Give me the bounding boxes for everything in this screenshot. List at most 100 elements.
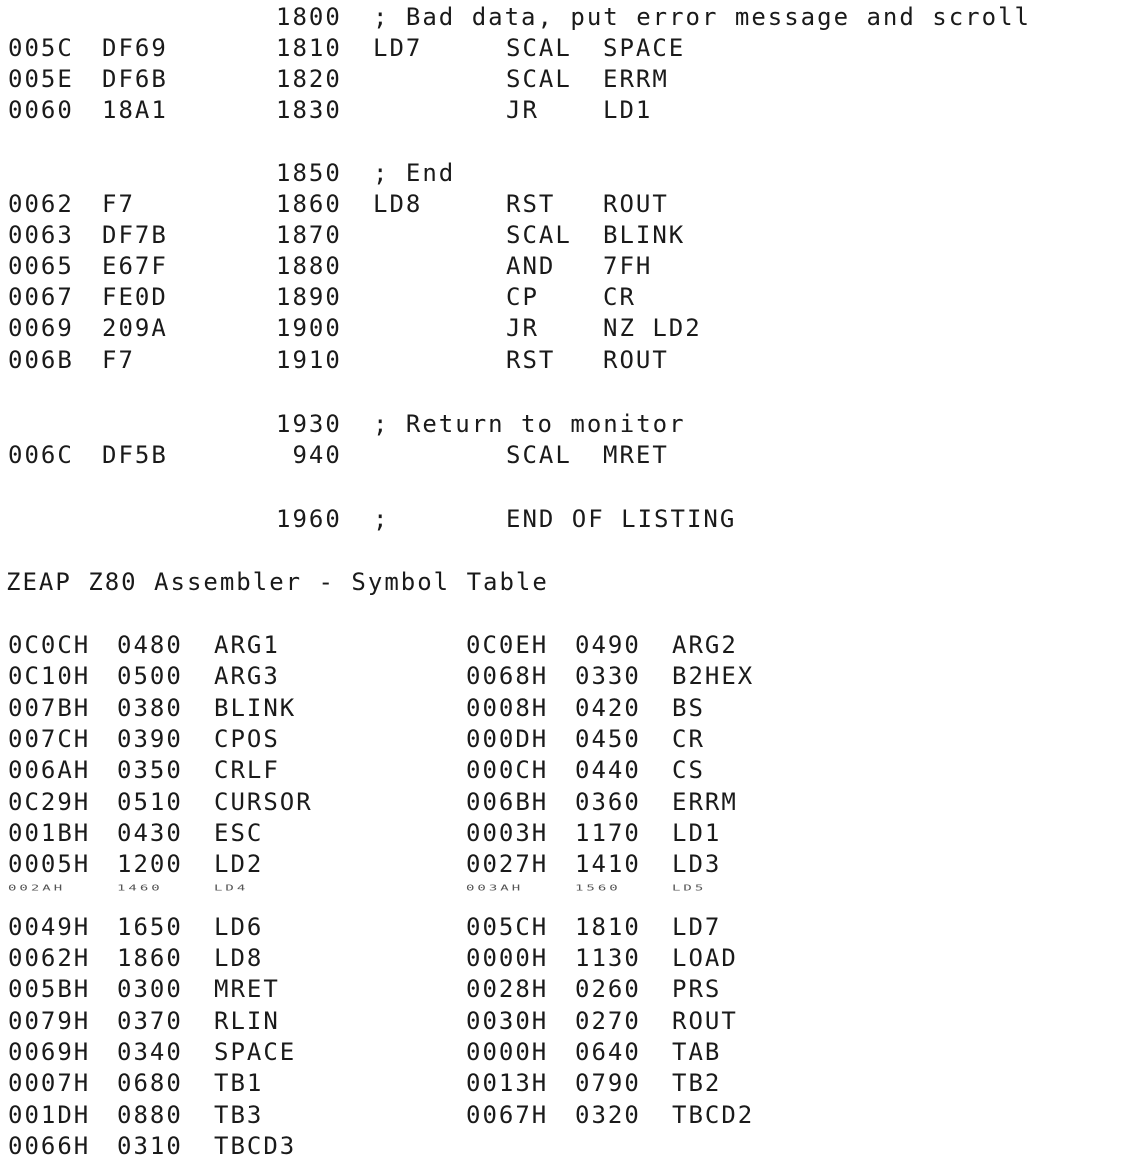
address: 0067 xyxy=(8,283,74,311)
line-number: 1900 xyxy=(276,314,342,342)
listing-line-940: 006C DF5B 940 SCAL MRET xyxy=(0,440,667,471)
symbol-name: TB1 xyxy=(214,1069,264,1097)
symbol-name: LD7 xyxy=(672,913,722,941)
object-code: FE0D xyxy=(102,283,168,311)
comment: ; Return to monitor xyxy=(373,410,686,438)
line-number: 940 xyxy=(276,441,342,469)
line-number: 1910 xyxy=(276,346,342,374)
symbol-name: CPOS xyxy=(214,725,280,753)
line-number: 1800 xyxy=(276,3,342,31)
line-number: 1860 xyxy=(276,190,342,218)
opcode: SCAL xyxy=(506,441,572,469)
symbol-name: LD3 xyxy=(672,850,722,878)
symbol-line-number: 0430 xyxy=(117,819,183,847)
symbol-address: 0049H xyxy=(8,913,91,941)
symbol-line-number: 0510 xyxy=(117,788,183,816)
opcode: JR xyxy=(506,96,539,124)
object-code: DF69 xyxy=(102,34,168,62)
symbol-line-number: 1810 xyxy=(575,913,641,941)
listing-line-1860: 0062 F7 1860 LD8 RST ROUT xyxy=(0,189,667,220)
symbol-name: LD4 xyxy=(214,883,249,893)
symbol-address: 0C29H xyxy=(8,788,91,816)
symbol-line-number: 0320 xyxy=(575,1101,641,1129)
comment: ; Bad data, put error message and scroll xyxy=(373,3,1031,31)
symbol-address: 003AH xyxy=(466,883,524,893)
symbol-line-number: 0790 xyxy=(575,1069,641,1097)
line-number: 1820 xyxy=(276,65,342,93)
operand: 7FH xyxy=(603,252,653,280)
symbol-name: BS xyxy=(672,694,705,722)
symbol-name: TB2 xyxy=(672,1069,722,1097)
symbol-line-number: 0270 xyxy=(575,1007,641,1035)
line-number: 1890 xyxy=(276,283,342,311)
object-code: DF5B xyxy=(102,441,168,469)
operand: ERRM xyxy=(603,65,669,93)
symbol-address: 007BH xyxy=(8,694,91,722)
object-code: F7 xyxy=(102,346,135,374)
symbol-line-number: 0380 xyxy=(117,694,183,722)
line-number: 1880 xyxy=(276,252,342,280)
symbol-address: 0028H xyxy=(466,975,549,1003)
address: 0069 xyxy=(8,314,74,342)
listing-line-1800: 1800 ; Bad data, put error message and s… xyxy=(0,2,1029,33)
operand: NZ LD2 xyxy=(603,314,702,342)
symbol-address: 0C0EH xyxy=(466,631,549,659)
symbol-line-number: 0300 xyxy=(117,975,183,1003)
opcode: RST xyxy=(506,190,556,218)
symbol-line-number: 1860 xyxy=(117,944,183,972)
operand: ROUT xyxy=(603,346,669,374)
symbol-name: TBCD2 xyxy=(672,1101,755,1129)
address: 005C xyxy=(8,34,74,62)
symbol-name: ARG2 xyxy=(672,631,738,659)
symbol-address: 0008H xyxy=(466,694,549,722)
symbol-address: 0C0CH xyxy=(8,631,91,659)
line-number: 1850 xyxy=(276,159,342,187)
address: 006C xyxy=(8,441,74,469)
listing-line-1810: 005C DF69 1810 LD7 SCAL SPACE xyxy=(0,33,683,64)
line-number: 1830 xyxy=(276,96,342,124)
symbol-line-number: 1130 xyxy=(575,944,641,972)
symbol-name: LD2 xyxy=(214,850,264,878)
symbol-name: LD1 xyxy=(672,819,722,847)
symbol-name: LD5 xyxy=(672,883,707,893)
listing-line-1900: 0069 209A 1900 JR NZ LD2 xyxy=(0,313,700,344)
symbol-address: 0013H xyxy=(466,1069,549,1097)
symbol-address: 0003H xyxy=(466,819,549,847)
symbol-line-number: 0390 xyxy=(117,725,183,753)
symbol-address: 0005H xyxy=(8,850,91,878)
symbol-line-number: 1460 xyxy=(117,883,163,893)
operand: LD1 xyxy=(603,96,653,124)
listing-line-1910: 006B F7 1910 RST ROUT xyxy=(0,345,667,376)
operand: ROUT xyxy=(603,190,669,218)
listing-line-1960: 1960 ; END OF LISTING xyxy=(0,504,734,535)
symbol-address: 0062H xyxy=(8,944,91,972)
symbol-address: 0069H xyxy=(8,1038,91,1066)
symbol-address: 000DH xyxy=(466,725,549,753)
symbol-name: ERRM xyxy=(672,788,738,816)
line-number: 1960 xyxy=(276,505,342,533)
object-code: 209A xyxy=(102,314,168,342)
symbol-address: 0079H xyxy=(8,1007,91,1035)
opcode: RST xyxy=(506,346,556,374)
symbol-line-number: 0680 xyxy=(117,1069,183,1097)
symbol-name: ARG1 xyxy=(214,631,280,659)
symbol-address: 0C10H xyxy=(8,662,91,690)
object-code: 18A1 xyxy=(102,96,168,124)
listing-line-1880: 0065 E67F 1880 AND 7FH xyxy=(0,251,650,282)
address: 005E xyxy=(8,65,74,93)
opcode: SCAL xyxy=(506,65,572,93)
symbol-name: ARG3 xyxy=(214,662,280,690)
symbol-name: SPACE xyxy=(214,1038,297,1066)
symbol-name: CS xyxy=(672,756,705,784)
symbol-name: ROUT xyxy=(672,1007,738,1035)
symbol-line-number: 0350 xyxy=(117,756,183,784)
symbol-address: 006BH xyxy=(466,788,549,816)
object-code: E67F xyxy=(102,252,168,280)
symbol-name: LD8 xyxy=(214,944,264,972)
symbol-line-number: 0490 xyxy=(575,631,641,659)
symbol-address: 0030H xyxy=(466,1007,549,1035)
line-number: 1930 xyxy=(276,410,342,438)
symbol-name: TB3 xyxy=(214,1101,264,1129)
object-code: F7 xyxy=(102,190,135,218)
label: LD8 xyxy=(373,190,423,218)
